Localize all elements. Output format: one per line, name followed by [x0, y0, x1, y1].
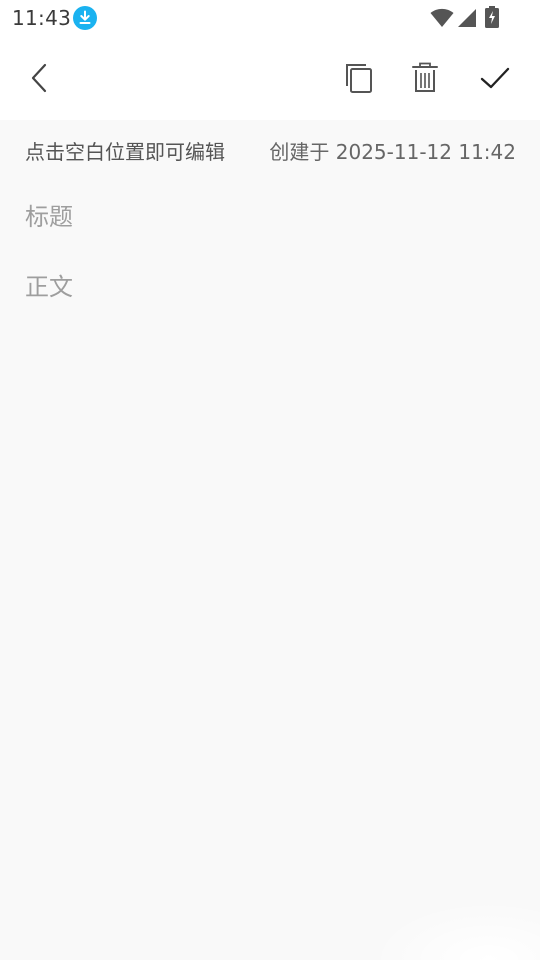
body-input[interactable]: 正文	[25, 270, 515, 310]
editor-content-area[interactable]: 点击空白位置即可编辑 创建于 2025-11-12 11:42 标题 正文	[0, 120, 540, 960]
download-icon	[73, 6, 97, 30]
edit-hint-text: 点击空白位置即可编辑	[25, 140, 225, 164]
copy-button[interactable]	[340, 58, 378, 98]
title-input[interactable]: 标题	[25, 200, 515, 240]
status-time: 11:43	[12, 6, 72, 30]
done-button[interactable]	[474, 58, 516, 98]
copy-icon	[346, 64, 372, 93]
editor-toolbar	[0, 36, 540, 120]
corner-highlight	[370, 900, 540, 960]
chevron-left-icon	[31, 63, 47, 93]
signal-icon	[457, 8, 477, 28]
created-timestamp: 创建于 2025-11-12 11:42	[269, 140, 516, 164]
delete-button[interactable]	[406, 58, 444, 98]
back-button[interactable]	[22, 58, 58, 98]
battery-charging-icon	[485, 6, 499, 28]
wifi-icon	[430, 8, 454, 28]
note-editor-screen: 11:43 点击空白位置即可编辑 创建于 2025-11-12 11:42 标题…	[0, 0, 540, 960]
trash-icon	[412, 62, 438, 92]
status-bar: 11:43	[0, 0, 540, 36]
check-icon	[480, 67, 510, 89]
